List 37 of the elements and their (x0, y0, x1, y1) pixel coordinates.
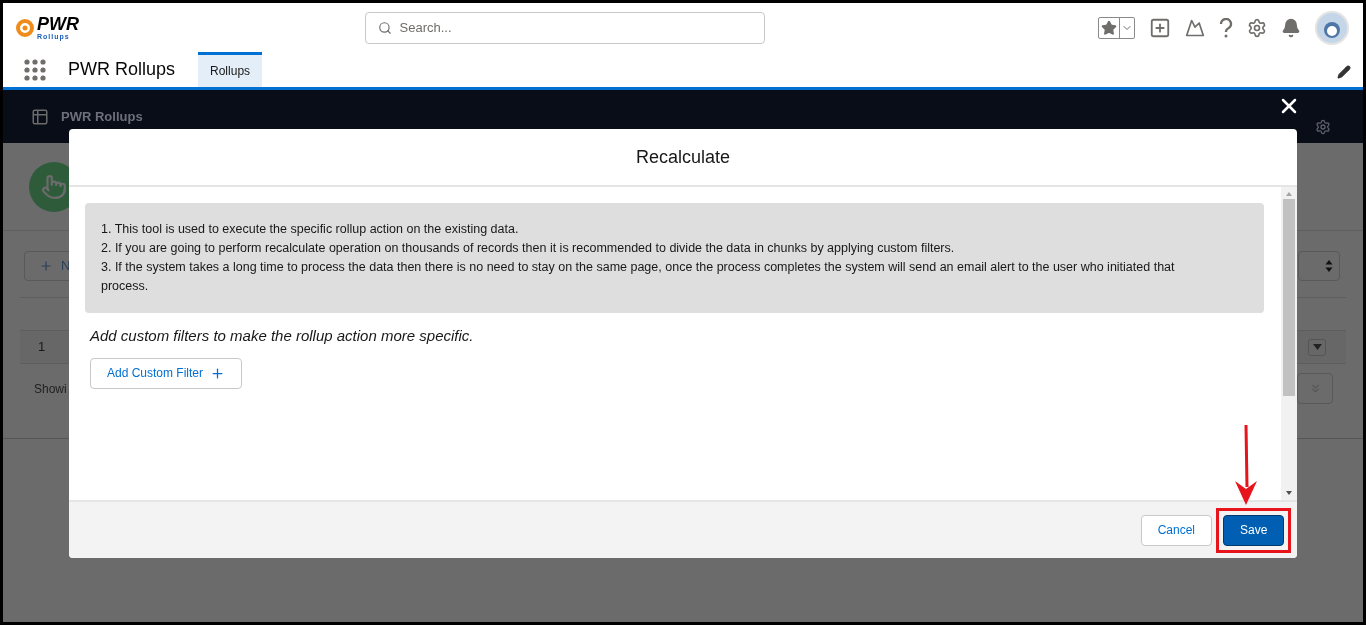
save-button[interactable]: Save (1223, 514, 1284, 546)
cancel-button[interactable]: Cancel (1140, 514, 1212, 546)
nav-tab[interactable]: Rollups (198, 52, 263, 87)
notifications-icon[interactable] (1281, 17, 1301, 38)
page-title: PWR Rollups (61, 107, 143, 126)
modal-title: Recalculate (635, 145, 731, 169)
search-field[interactable]: Search... (364, 11, 765, 44)
caret-icon (1312, 344, 1322, 350)
add-custom-filter-button[interactable]: Add Custom Filter (90, 357, 243, 389)
instruction-text: 1. This tool is used to execute the specific rollup action on the existing data. (101, 221, 520, 238)
app-name: PWR Rollups (68, 58, 176, 81)
filter-hint: Add custom filters to make the rollup action more specific. (90, 326, 475, 346)
row-menu-button[interactable] (1308, 338, 1326, 356)
records-count-text: Showi (34, 380, 67, 398)
instruction-text: 3. If the system takes a long time to process the data then there is no need to stay on the same page, once the process completes the system will send an email alert to the user who initiated that process. (101, 259, 1176, 295)
row-number: 1 (38, 338, 46, 357)
star-icon (1101, 19, 1117, 36)
search-icon (377, 20, 392, 35)
scrollbar[interactable] (1281, 187, 1297, 500)
instruction-text: 2. If you are going to perform recalculate operation on thousands of records then it is recommended to divide the data in chunks by applying custom filters. (101, 240, 956, 257)
edit-icon[interactable] (1337, 64, 1351, 79)
add-icon[interactable] (1149, 16, 1171, 39)
settings-icon[interactable] (1247, 17, 1267, 38)
settings-icon[interactable] (1315, 118, 1331, 135)
logo-text: PWR (37, 14, 79, 33)
table-icon (31, 107, 49, 126)
sort-arrows-icon (1325, 259, 1333, 273)
search-input[interactable]: Search... (399, 17, 752, 38)
favorites-button[interactable] (1098, 16, 1135, 39)
help-icon[interactable] (1219, 17, 1233, 38)
app-launcher-icon[interactable] (23, 58, 47, 81)
plus-icon (39, 259, 53, 273)
logo-ring-icon (15, 17, 35, 38)
mountain-icon[interactable] (1185, 17, 1205, 38)
select-field[interactable] (1298, 251, 1340, 281)
plus-icon (210, 365, 226, 381)
avatar[interactable] (1315, 10, 1349, 45)
